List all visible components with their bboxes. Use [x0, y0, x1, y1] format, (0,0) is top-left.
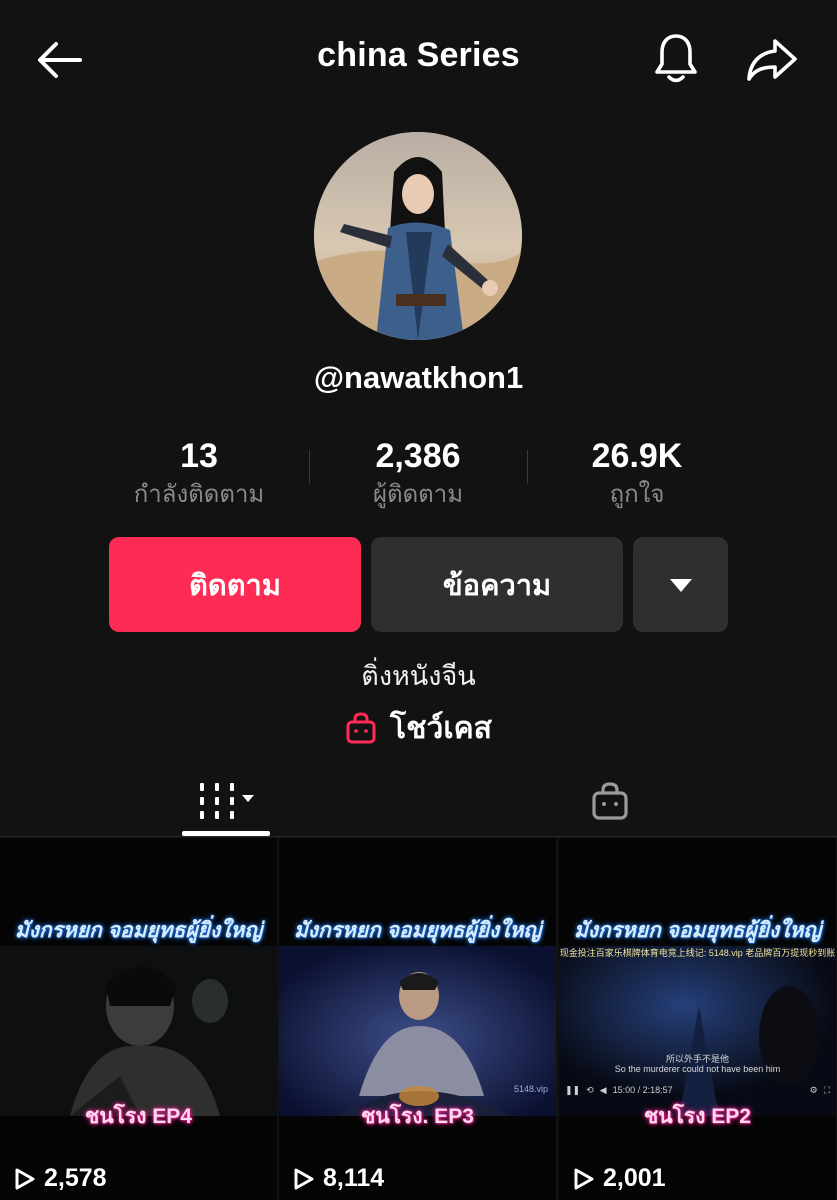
- ad-banner-text: 现金投注百家乐棋牌体育电竞上线记: 5148.vip 老品牌百万提现秒到账: [559, 948, 836, 958]
- tab-divider: [0, 836, 837, 837]
- stat-following[interactable]: 13 กำลังติดตาม: [90, 436, 308, 512]
- likes-count: 26.9K: [591, 437, 683, 475]
- volume-icon: ◀: [599, 1084, 607, 1095]
- play-icon: [15, 1168, 35, 1189]
- view-count-text: 2,578: [44, 1164, 107, 1192]
- caret-down-icon: [669, 578, 692, 592]
- more-options-button[interactable]: [633, 537, 728, 632]
- tab-videos[interactable]: [182, 766, 270, 836]
- view-count-text: 2,001: [603, 1164, 666, 1192]
- view-count: 8,114: [293, 1164, 384, 1193]
- stat-likes[interactable]: 26.9K ถูกใจ: [528, 436, 746, 512]
- settings-icon: ⚙: [809, 1084, 818, 1095]
- likes-label: ถูกใจ: [609, 481, 665, 508]
- back-button[interactable]: [30, 36, 90, 84]
- following-label: กำลังติดตาม: [133, 481, 265, 508]
- page-title: china Series: [317, 36, 520, 74]
- player-time: 15:00 / 2:18:57: [612, 1085, 673, 1095]
- notifications-button[interactable]: [648, 30, 704, 86]
- video-episode-overlay: ชนโรง. EP3: [361, 1105, 474, 1128]
- player-controls: ❚❚ ⟲ ◀ 15:00 / 2:18:57 ⚙ ⛶: [565, 1082, 830, 1098]
- view-count: 2,001: [573, 1164, 666, 1193]
- video-thumbnail[interactable]: มังกรหยก จอมยุทธผู้ยิ่งใหญ่ 现金投注百家乐棋牌体育电…: [559, 838, 836, 1200]
- followers-label: ผู้ติดตาม: [372, 481, 464, 508]
- bell-icon: [655, 34, 697, 83]
- video-thumbnail[interactable]: มังกรหยก จอมยุทธผู้ยิ่งใหญ่ 5148.vip ชนโ…: [279, 838, 556, 1200]
- profile-stats: 13 กำลังติดตาม 2,386 ผู้ติดตาม 26.9K ถูก…: [90, 436, 746, 516]
- loop-icon: ⟲: [586, 1084, 594, 1095]
- video-thumbnail[interactable]: มังกรหยก จอมยุทธผู้ยิ่งใหญ่ ชนโรง EP4 2,…: [0, 838, 277, 1200]
- shopping-bag-icon: [592, 782, 628, 820]
- video-episode-overlay: ชนโรง EP4: [85, 1105, 192, 1128]
- tab-shop[interactable]: [566, 766, 654, 836]
- share-button[interactable]: [742, 34, 802, 86]
- following-count: 13: [180, 437, 218, 475]
- play-icon: [574, 1168, 594, 1189]
- video-episode-overlay: ชนโรง EP2: [644, 1105, 751, 1128]
- view-count-text: 8,114: [323, 1164, 385, 1192]
- avatar[interactable]: [314, 132, 522, 340]
- video-title-overlay: มังกรหยก จอมยุทธผู้ยิ่งใหญ่: [293, 919, 542, 942]
- profile-photo: [314, 132, 522, 340]
- showcase-link[interactable]: โชว์เคส: [344, 706, 492, 750]
- video-grid: มังกรหยก จอมยุทธผู้ยิ่งใหญ่ ชนโรง EP4 2,…: [0, 838, 837, 1200]
- showcase-label: โชว์เคส: [390, 711, 492, 745]
- arrow-left-icon: [38, 42, 82, 78]
- pause-icon: ❚❚: [565, 1084, 581, 1095]
- followers-count: 2,386: [375, 437, 461, 475]
- fullscreen-icon: ⛶: [823, 1084, 830, 1095]
- share-arrow-icon: [747, 39, 797, 81]
- subtitle-english: So the murderer could not have been him: [614, 1064, 781, 1074]
- shopping-bag-icon: [346, 712, 376, 744]
- video-title-overlay: มังกรหยก จอมยุทธผู้ยิ่งใหญ่: [573, 919, 822, 942]
- video-still: [0, 946, 277, 1116]
- username-handle: @nawatkhon1: [313, 360, 524, 395]
- play-icon: [294, 1168, 314, 1189]
- profile-bio: ติ่งหนังจีน: [361, 661, 476, 691]
- message-button[interactable]: ข้อความ: [371, 537, 623, 632]
- grid-columns-icon: [200, 783, 254, 819]
- top-bar: china Series: [0, 0, 837, 120]
- corner-watermark: 5148.vip: [513, 1084, 548, 1094]
- stat-followers[interactable]: 2,386 ผู้ติดตาม: [309, 436, 527, 512]
- video-title-overlay: มังกรหยก จอมยุทธผู้ยิ่งใหญ่: [14, 919, 263, 942]
- view-count: 2,578: [14, 1164, 107, 1193]
- follow-button[interactable]: ติดตาม: [109, 537, 361, 632]
